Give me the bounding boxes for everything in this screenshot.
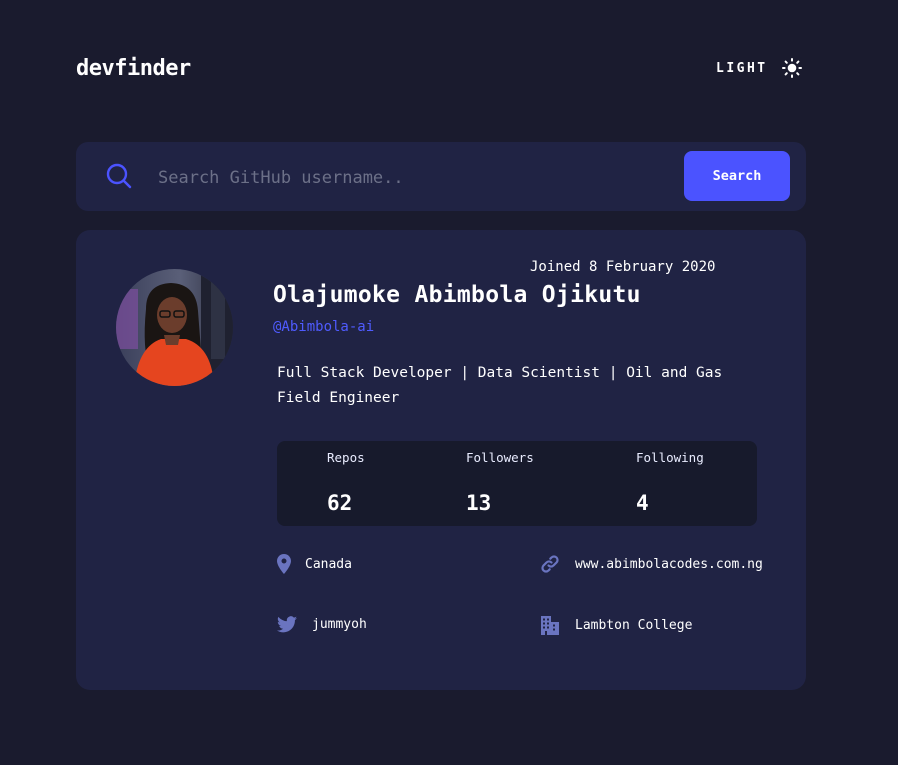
stats-panel: Repos 62 Followers 13 Following 4 (277, 441, 757, 526)
twitter-item: jummyoh (277, 616, 367, 633)
website-item: www.abimbolacodes.com.ng (540, 554, 763, 574)
joined-date: Joined 8 February 2020 (530, 259, 716, 275)
building-icon (541, 616, 559, 635)
stat-following-label: Following (636, 450, 704, 465)
location-item: Canada (277, 554, 352, 574)
stat-followers-value: 13 (466, 491, 492, 515)
avatar (116, 269, 233, 386)
search-icon (106, 163, 132, 189)
location-pin-icon (277, 554, 291, 574)
company-text: Lambton College (575, 617, 693, 633)
link-icon (541, 555, 559, 573)
profile-name: Olajumoke Abimbola Ojikutu (273, 282, 641, 308)
profile-bio: Full Stack Developer | Data Scientist | … (277, 365, 723, 406)
search-button[interactable]: Search (684, 151, 790, 201)
website-link[interactable]: www.abimbolacodes.com.ng (575, 557, 763, 572)
sun-icon (781, 58, 802, 78)
search-input[interactable] (156, 161, 660, 195)
stat-repos-label: Repos (327, 450, 365, 465)
stat-followers-label: Followers (466, 450, 534, 465)
theme-toggle-label: LIGHT (716, 60, 768, 76)
profile-login-link[interactable]: @Abimbola-ai (273, 319, 374, 335)
stat-repos-value: 62 (327, 491, 353, 515)
company-item: Lambton College (540, 615, 692, 635)
location-text: Canada (305, 556, 352, 572)
twitter-icon (277, 616, 297, 633)
profile-card: Joined 8 February 2020 Olajumoke Abimbol… (76, 230, 806, 690)
twitter-handle: jummyoh (312, 617, 367, 632)
theme-toggle-button[interactable]: LIGHT (716, 58, 802, 78)
stat-following-value: 4 (636, 491, 649, 515)
app-logo: devfinder (76, 56, 191, 81)
search-bar: Search (76, 142, 806, 211)
